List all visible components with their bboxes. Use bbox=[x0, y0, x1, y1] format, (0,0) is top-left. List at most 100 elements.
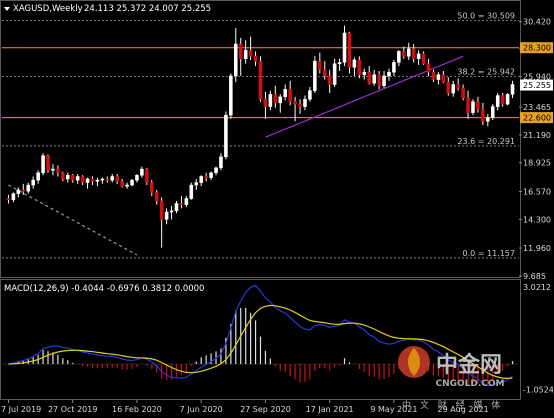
fib-level-label: 23.6 = 20.291 bbox=[457, 137, 515, 146]
candle-down bbox=[481, 108, 485, 122]
price-tick-label: 16.570 bbox=[523, 188, 551, 197]
candle-up bbox=[16, 189, 21, 194]
candle-down bbox=[377, 74, 381, 86]
candle-up bbox=[416, 53, 421, 59]
time-tick-label: 7 Jul 2019 bbox=[1, 405, 41, 414]
time-tick-label: 16 Feb 2020 bbox=[112, 405, 162, 414]
fib-level-label: 50.0 = 30.509 bbox=[457, 12, 515, 21]
candle-up bbox=[387, 71, 391, 77]
candle-up bbox=[406, 48, 411, 57]
candle-up bbox=[26, 184, 31, 192]
candle-up bbox=[85, 178, 90, 183]
price-tag-label: 28.300 bbox=[523, 44, 551, 53]
chart-canvas[interactable]: 50.0 = 30.509 38.2 = 25.942 23.6 = 20.291 0… bbox=[0, 0, 554, 418]
candle-up bbox=[268, 94, 273, 107]
candle-up bbox=[337, 62, 342, 64]
watermark-subtitle: 中 文 财 经 媒 体 bbox=[402, 399, 503, 411]
time-tick-label: 7 Jun 2020 bbox=[180, 405, 223, 414]
candle-up bbox=[214, 167, 218, 174]
candle-up bbox=[342, 32, 347, 63]
price-tag-label: 25.255 bbox=[523, 81, 551, 90]
candle-down bbox=[411, 48, 416, 59]
candle-down bbox=[441, 74, 446, 83]
candle-down bbox=[288, 89, 292, 102]
candle-up bbox=[486, 117, 490, 122]
watermark-url: CNGOLD.COM bbox=[435, 379, 504, 389]
candle-down bbox=[357, 59, 362, 75]
candle-down bbox=[293, 101, 297, 105]
candle-down bbox=[402, 51, 406, 57]
price-tick-label: 18.925 bbox=[523, 159, 551, 168]
candle-down bbox=[90, 178, 95, 182]
candle-down bbox=[248, 49, 253, 57]
candle-down bbox=[456, 84, 460, 89]
candle-up bbox=[471, 101, 475, 113]
candle-up bbox=[219, 156, 223, 169]
candle-down bbox=[56, 168, 60, 174]
candle-down bbox=[298, 103, 302, 107]
candle-up bbox=[510, 84, 515, 95]
candle-down bbox=[327, 75, 332, 85]
price-tick-label: 14.300 bbox=[523, 215, 551, 224]
fib-level-label: 0.0 = 11.157 bbox=[462, 249, 515, 258]
candle-up bbox=[164, 211, 169, 220]
candle-down bbox=[204, 176, 208, 178]
candle-up bbox=[392, 62, 396, 73]
candle-down bbox=[322, 69, 327, 77]
candle-down bbox=[80, 176, 85, 183]
candle-up bbox=[41, 155, 45, 174]
candle-down bbox=[238, 43, 243, 59]
candle-up bbox=[209, 172, 213, 178]
candle-up bbox=[362, 71, 367, 75]
candle-down bbox=[446, 81, 451, 94]
candle-down bbox=[46, 155, 50, 171]
price-tick-label: 21.190 bbox=[523, 131, 551, 140]
candle-down bbox=[263, 98, 268, 107]
time-tick-label: 17 Jan 2021 bbox=[306, 405, 354, 414]
candle-up bbox=[75, 176, 80, 181]
candle-down bbox=[500, 95, 505, 105]
candle-up bbox=[313, 60, 317, 91]
candle-down bbox=[61, 172, 65, 180]
candle-down bbox=[145, 168, 149, 183]
candle-up bbox=[451, 84, 456, 94]
candle-up bbox=[100, 178, 105, 181]
candle-up bbox=[382, 75, 386, 86]
candle-up bbox=[505, 94, 510, 105]
candle-down bbox=[476, 101, 480, 110]
candle-down bbox=[347, 32, 352, 68]
symbol-header[interactable]: XAGUSD,Weekly 24.113 25.372 24.007 25.25… bbox=[4, 4, 211, 14]
candle-up bbox=[184, 198, 189, 205]
candle-up bbox=[495, 95, 500, 107]
candle-down bbox=[159, 200, 164, 220]
candle-down bbox=[421, 53, 426, 64]
candle-up bbox=[278, 96, 283, 104]
price-tick-label: 11.960 bbox=[523, 244, 551, 253]
candle-up bbox=[352, 59, 357, 68]
candle-up bbox=[229, 75, 233, 116]
candle-up bbox=[125, 184, 129, 187]
time-tick-label: 27 Oct 2019 bbox=[48, 405, 97, 414]
candle-up bbox=[308, 90, 312, 100]
time-tick-label: 27 Sep 2020 bbox=[240, 405, 291, 414]
candle-up bbox=[169, 210, 174, 213]
candle-down bbox=[115, 176, 119, 182]
candle-down bbox=[154, 192, 159, 202]
candle-down bbox=[367, 71, 372, 84]
symbol-label: XAGUSD,Weekly bbox=[13, 4, 83, 14]
candle-down bbox=[466, 97, 470, 113]
candle-up bbox=[95, 179, 100, 182]
macd-tick-label: 3.0212 bbox=[523, 283, 551, 292]
candle-up bbox=[140, 168, 144, 176]
candle-down bbox=[149, 182, 154, 193]
candle-down bbox=[70, 174, 75, 181]
candle-down bbox=[6, 198, 11, 201]
watermark-logo-text: 中金网 bbox=[436, 352, 502, 378]
candle-up bbox=[199, 176, 203, 183]
candle-up bbox=[436, 74, 441, 80]
candle-up bbox=[189, 184, 194, 199]
candle-up bbox=[110, 176, 115, 181]
candle-down bbox=[318, 60, 322, 71]
candle-down bbox=[461, 87, 465, 99]
candle-up bbox=[130, 179, 134, 186]
